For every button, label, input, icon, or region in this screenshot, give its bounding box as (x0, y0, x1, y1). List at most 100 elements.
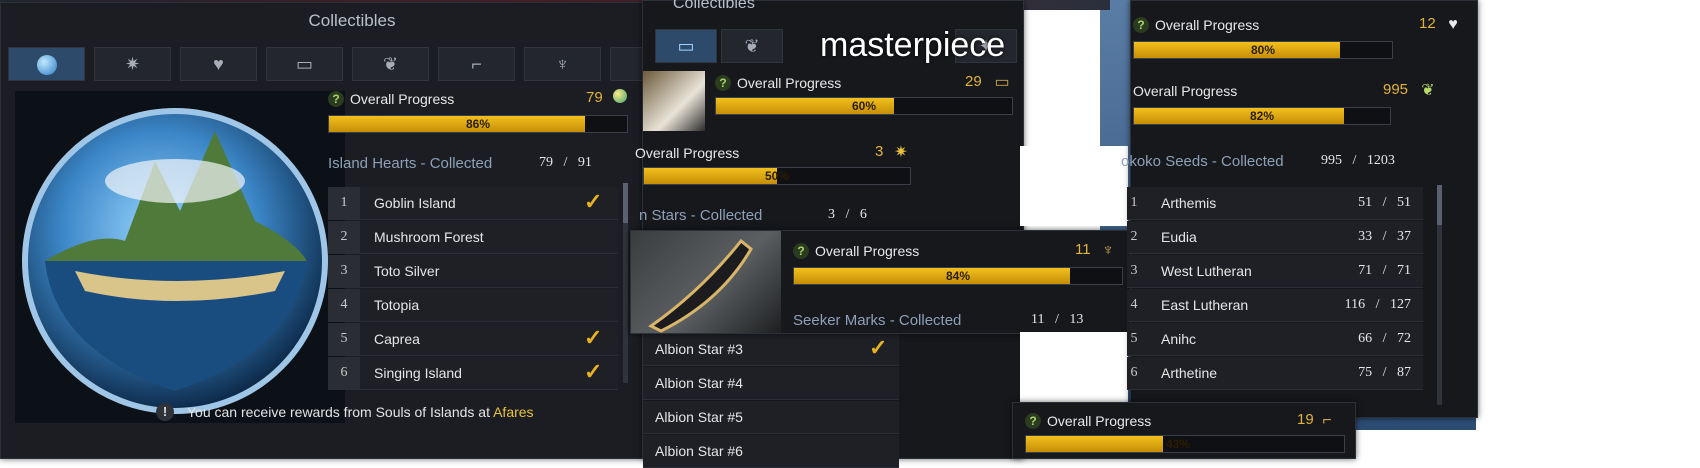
list-item[interactable]: 2 Mushroom Forest (328, 221, 618, 254)
tab-seed-mid[interactable]: ❦ (721, 29, 783, 63)
progress-bar: 82% (1133, 107, 1391, 125)
list-scrollbar[interactable] (623, 183, 628, 383)
help-icon[interactable]: ? (1133, 17, 1149, 33)
progress-count: 29 (965, 73, 982, 90)
watermark-text: masterpiece (820, 26, 1006, 64)
seeker-blade-image (648, 238, 753, 333)
section-title-stars: n Stars - Collected (639, 207, 763, 224)
tab-star-compass[interactable]: ✷ (94, 47, 171, 81)
item-name: Caprea (374, 331, 420, 347)
progress-label: Overall Progress (350, 91, 455, 107)
list-item[interactable]: 4 Totopia (328, 289, 618, 322)
progress-percent: 60% (851, 99, 877, 113)
list-item[interactable]: 6 Arthetine 75 / 87 (1127, 357, 1423, 390)
progress-label: Overall Progress (815, 243, 920, 259)
list-item[interactable]: Albion Star #5 (643, 401, 899, 434)
item-stat: 51 / 51 (1358, 195, 1411, 210)
item-number: 3 (328, 255, 360, 287)
tab-mask[interactable]: ♆ (524, 47, 601, 81)
help-icon[interactable]: ? (328, 91, 344, 107)
list-item[interactable]: Albion Star #4 (643, 367, 899, 400)
alert-icon: ! (156, 403, 174, 421)
progress-percent: 50% (764, 169, 790, 183)
progress-label: Overall Progress (1155, 17, 1260, 33)
progress-bar: 84% (793, 267, 1123, 285)
item-number: 4 (328, 289, 360, 321)
heart-icon: ♥ (213, 54, 224, 74)
list-item[interactable]: 3 West Lutheran 71 / 71 (1127, 255, 1423, 288)
item-stat: 116 / 127 (1344, 297, 1411, 312)
progress-percent: 86% (465, 117, 491, 131)
progress-count: 995 (1383, 81, 1409, 98)
progress-count: 12 (1419, 15, 1436, 32)
globe-icon (610, 89, 630, 109)
progress-label: Overall Progress (1133, 83, 1238, 99)
region-list-scrollbar[interactable] (1437, 185, 1442, 405)
list-item[interactable]: 4 East Lutheran 116 / 127 (1127, 289, 1423, 322)
panel-title-mid: Collectibles (673, 0, 755, 12)
tab-seed[interactable]: ❦ (352, 47, 429, 81)
item-number: 6 (328, 357, 360, 389)
tab-card[interactable]: ▭ (266, 47, 343, 81)
blank-patch-top (1020, 146, 1128, 226)
card-artwork (643, 71, 705, 131)
progress-percent: 84% (945, 269, 971, 283)
heart-icon: ♥ (1448, 16, 1458, 33)
item-name: Albion Star #4 (655, 375, 743, 391)
progress-count: 3 (875, 143, 884, 160)
list-item[interactable]: 2 Eudia 33 / 37 (1127, 221, 1423, 254)
help-icon[interactable]: ? (715, 75, 731, 91)
card-icon: ▭ (295, 54, 313, 74)
section-count-stars: 3 / 6 (828, 207, 867, 222)
item-number: 1 (328, 187, 360, 219)
progress-bar: 80% (1133, 41, 1393, 59)
mask-icon: ♆ (1102, 242, 1114, 259)
progress-label: Overall Progress (635, 145, 740, 161)
tab-globe[interactable] (8, 47, 85, 81)
item-stat: 75 / 87 (1358, 365, 1411, 380)
list-item[interactable]: Albion Star #6 (643, 435, 899, 468)
progress-label: Overall Progress (1047, 413, 1152, 429)
list-item[interactable]: 1 Arthemis 51 / 51 (1127, 187, 1423, 220)
tab-telescope[interactable]: ⌐ (438, 47, 515, 81)
card-icon: ▭ (677, 36, 695, 56)
list-item[interactable]: 1 Goblin Island ✓ (328, 187, 618, 220)
footer-message: You can receive rewards from Souls of Is… (187, 404, 494, 420)
tab-card-mid[interactable]: ▭ (655, 29, 717, 63)
help-icon[interactable]: ? (793, 243, 809, 259)
seed-icon: ❦ (382, 54, 399, 74)
progress-bar: 60% (715, 97, 1013, 115)
footer-link-afares[interactable]: Afares (493, 404, 533, 420)
mask-icon: ♆ (555, 54, 570, 74)
tab-heart[interactable]: ♥ (180, 47, 257, 81)
overall-progress-cards: ? Overall Progress 29 ▭ 60% (715, 73, 1015, 121)
footer: ! You can receive rewards from Souls of … (1, 401, 703, 429)
seeds-section-count: 995 / 1203 (1321, 153, 1395, 168)
island-illustration (15, 91, 345, 423)
list-item[interactable]: 6 Singing Island ✓ (328, 357, 618, 390)
globe-icon (36, 55, 57, 76)
item-name: Arthetine (1161, 365, 1218, 381)
seed-icon: ❦ (744, 36, 760, 56)
list-item[interactable]: 5 Anihc 66 / 72 (1127, 323, 1423, 356)
item-stat: 66 / 72 (1358, 331, 1411, 346)
seeker-section-count: 11 / 13 (1031, 312, 1084, 327)
checkmark-icon: ✓ (584, 325, 603, 350)
star-icon: ✷ (894, 144, 908, 161)
overall-progress-islands: ? Overall Progress 79 86% (328, 89, 628, 139)
telescope-progress-overlay: ? Overall Progress 19 ⌐ 43% (1012, 402, 1356, 459)
list-item[interactable]: 3 Toto Silver (328, 255, 618, 288)
list-item[interactable]: Albion Star #3 ✓ (643, 333, 899, 366)
help-icon[interactable]: ? (1025, 413, 1041, 429)
item-name: Arthemis (1161, 195, 1217, 211)
progress-bar: 43% (1025, 435, 1345, 453)
telescope-icon: ⌐ (1322, 412, 1332, 429)
item-name: Anihc (1161, 331, 1197, 347)
list-item[interactable]: 5 Caprea ✓ (328, 323, 618, 356)
progress-percent: 43% (1166, 437, 1191, 451)
overall-progress-telescope: ? Overall Progress 19 ⌐ 43% (1025, 411, 1345, 457)
item-number: 2 (328, 221, 360, 253)
tab-bar: ✷ ♥ ▭ ❦ ⌐ ♆ ✦ (8, 47, 698, 81)
item-number: 3 (1127, 255, 1141, 287)
section-title: Island Hearts - Collected (328, 155, 493, 172)
